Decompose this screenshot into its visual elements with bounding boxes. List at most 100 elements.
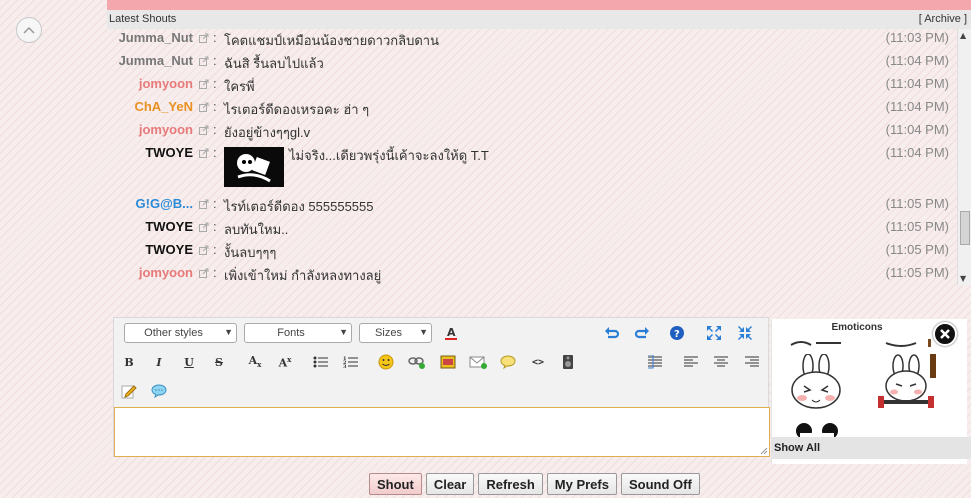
italic-icon: I [156, 355, 162, 369]
rabbit-lifting-emoticon[interactable] [876, 354, 938, 412]
bold-icon: B [124, 355, 134, 369]
sizes-dropdown-label: Sizes [375, 327, 402, 339]
close-icon [940, 329, 950, 339]
shout-button[interactable]: Shout [369, 473, 422, 495]
bold-button[interactable]: B [118, 352, 140, 372]
undo-icon [605, 327, 620, 339]
shout-author[interactable]: TWOYE [145, 145, 193, 160]
shout-author[interactable]: TWOYE [145, 219, 193, 234]
shout-scrollbar[interactable]: ▲ ▼ [957, 29, 971, 285]
external-link-icon[interactable] [199, 56, 209, 66]
align-right-button[interactable] [741, 352, 763, 372]
styles-dropdown[interactable]: Other styles ▼ [124, 323, 237, 343]
font-color-button[interactable]: A [440, 323, 462, 343]
strikethrough-button[interactable]: S [208, 352, 230, 372]
shout-author[interactable]: G!G@B... [136, 196, 193, 211]
emoticon-partial[interactable] [786, 337, 846, 349]
separator: : [213, 145, 217, 160]
shout-author[interactable]: ChA_YeN [134, 99, 193, 114]
svg-text:A: A [447, 326, 456, 339]
shout-action-buttons: Shout Clear Refresh My Prefs Sound Off [369, 473, 700, 495]
chat-bubble-icon [151, 384, 167, 398]
shout-time: (11:04 PM) [885, 99, 949, 114]
svg-text:?: ? [674, 329, 680, 340]
refresh-button[interactable]: Refresh [478, 473, 543, 495]
code-button[interactable]: <> [527, 352, 549, 372]
help-button[interactable]: ? [666, 323, 688, 343]
separator: : [213, 30, 217, 45]
underline-button[interactable]: U [178, 352, 200, 372]
external-link-icon[interactable] [199, 245, 209, 255]
shout-message-input[interactable] [114, 407, 770, 457]
italic-button[interactable]: I [148, 352, 170, 372]
align-center-icon [714, 356, 728, 367]
scroll-up-arrow-icon[interactable]: ▲ [960, 31, 966, 40]
shout-author[interactable]: jomyoon [139, 122, 193, 137]
superscript-button[interactable]: Ax [274, 352, 296, 372]
show-all-emoticons-link[interactable]: Show All [771, 437, 971, 459]
resize-grip-icon[interactable] [760, 447, 768, 455]
shout-author[interactable]: jomyoon [139, 265, 193, 280]
archive-link[interactable]: [ Archive ] [919, 13, 967, 25]
shout-time: (11:05 PM) [885, 219, 949, 234]
external-link-icon[interactable] [199, 33, 209, 43]
align-left-button[interactable] [680, 352, 702, 372]
minimize-button[interactable] [734, 323, 756, 343]
justify-button[interactable] [644, 352, 666, 372]
chat-button[interactable] [148, 381, 170, 401]
scroll-top-button[interactable] [16, 17, 42, 43]
shout-row: TWOYE : ไม่จริง...เดียวพรุ่งนี้เค้าจะลงใ… [107, 145, 953, 193]
shout-author[interactable]: jomyoon [139, 76, 193, 91]
my-prefs-button[interactable]: My Prefs [546, 473, 617, 495]
insert-link-button[interactable] [406, 352, 428, 372]
align-center-button[interactable] [710, 352, 732, 372]
shout-author[interactable]: Jumma_Nut [119, 53, 193, 68]
edit-button[interactable] [118, 381, 140, 401]
shout-message: ฉันสิ รื้นลบไปแล้ว [224, 56, 324, 71]
smiley-button[interactable] [375, 352, 397, 372]
subscript-button[interactable]: Ax [244, 352, 266, 372]
bullet-list-icon [313, 356, 328, 368]
shout-image[interactable] [224, 147, 284, 187]
close-emoticons-button[interactable] [933, 322, 957, 346]
shout-row: Jumma_Nut : โคตแชมป์เหมือนน้องชายดาวกลิบ… [107, 30, 953, 50]
insert-image-button[interactable] [437, 352, 459, 372]
shout-message: งั้นลบๆๆๆ [224, 245, 277, 260]
bullet-list-button[interactable] [310, 352, 332, 372]
superscript-icon: Ax [278, 354, 292, 370]
clear-button[interactable]: Clear [425, 473, 475, 495]
shout-author[interactable]: TWOYE [145, 242, 193, 257]
undo-button[interactable] [601, 323, 623, 343]
shout-time: (11:05 PM) [885, 265, 949, 280]
strikethrough-icon: S [215, 355, 223, 369]
shout-message: เพิ่งเข้าใหม่ กำลังหลงทางลยู่ [224, 268, 382, 283]
external-link-icon[interactable] [199, 102, 209, 112]
redo-button[interactable] [631, 323, 653, 343]
quote-button[interactable] [497, 352, 519, 372]
shout-list: Jumma_Nut : โคตแชมป์เหมือนน้องชายดาวกลิบ… [107, 29, 971, 285]
sound-off-button[interactable]: Sound Off [620, 473, 700, 495]
insert-email-button[interactable] [467, 352, 489, 372]
scrollbar-thumb[interactable] [960, 211, 970, 245]
media-button[interactable] [557, 352, 579, 372]
rabbit-emoticon[interactable] [786, 354, 848, 412]
chevron-down-icon: ▼ [224, 327, 233, 337]
external-link-icon[interactable] [199, 148, 209, 158]
emoticon-partial[interactable] [876, 337, 936, 349]
shoutbox-title: Latest Shouts [109, 13, 177, 25]
shout-author[interactable]: Jumma_Nut [119, 30, 193, 45]
fonts-dropdown[interactable]: Fonts ▼ [244, 323, 352, 343]
separator: : [213, 53, 217, 68]
numbered-list-button[interactable]: 123 [340, 352, 362, 372]
shout-time: (11:05 PM) [885, 242, 949, 257]
shout-time: (11:04 PM) [885, 122, 949, 137]
shout-message: ใครพี่ [224, 79, 255, 94]
sizes-dropdown[interactable]: Sizes ▼ [359, 323, 432, 343]
external-link-icon[interactable] [199, 199, 209, 209]
scroll-down-arrow-icon[interactable]: ▼ [960, 274, 966, 283]
external-link-icon[interactable] [199, 125, 209, 135]
external-link-icon[interactable] [199, 222, 209, 232]
maximize-button[interactable] [703, 323, 725, 343]
external-link-icon[interactable] [199, 268, 209, 278]
external-link-icon[interactable] [199, 79, 209, 89]
